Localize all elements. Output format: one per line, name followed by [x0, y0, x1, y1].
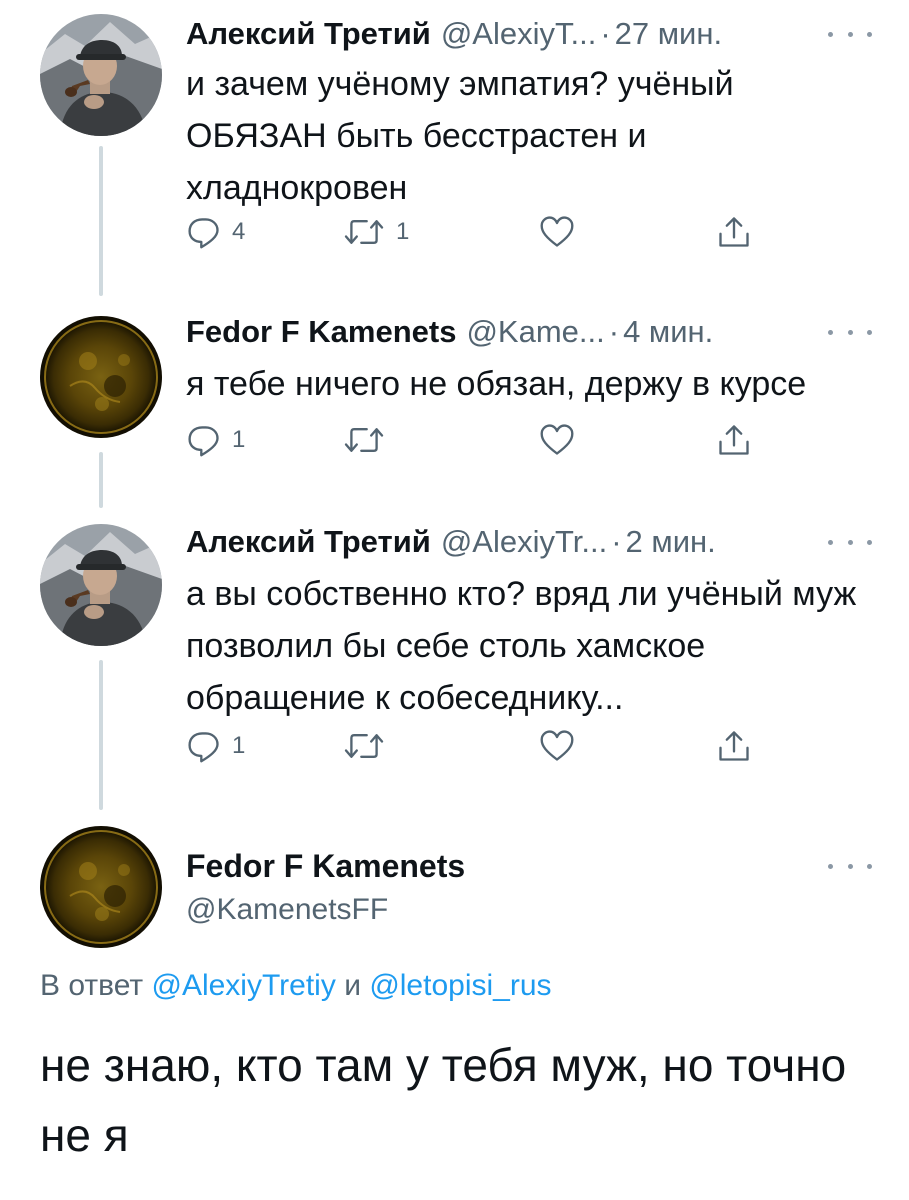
- dot: [847, 329, 853, 335]
- speech-bubble-icon: [186, 728, 222, 764]
- more-options-button[interactable]: [828, 24, 872, 44]
- avatar[interactable]: [40, 826, 162, 948]
- user-photo-icon: [40, 826, 162, 948]
- share-upload-icon: [716, 421, 752, 459]
- dot: [847, 31, 853, 37]
- dot: [828, 329, 833, 335]
- reply-button[interactable]: 4: [186, 210, 245, 254]
- heart-icon: [538, 214, 576, 250]
- replying-to: В ответ @AlexiyTretiy и @letopisi_rus: [40, 966, 552, 1006]
- dot: [847, 863, 853, 869]
- heart-icon: [538, 728, 576, 764]
- author-name[interactable]: Fedor F Kamenets: [186, 846, 465, 886]
- separator: ·: [600, 16, 611, 51]
- share-button[interactable]: [716, 724, 752, 768]
- retweet-button[interactable]: [342, 418, 386, 462]
- retweet-button[interactable]: 1: [342, 210, 409, 254]
- tweet-text: и зачем учёному эмпатия? учёный ОБЯЗАН б…: [186, 65, 734, 207]
- retweet-arrows-icon: [342, 214, 386, 250]
- tweet-header: Fedor F Kamenets @Kame... · 4 мин.: [186, 312, 713, 352]
- author-name[interactable]: Fedor F Kamenets: [186, 314, 456, 349]
- reply-button[interactable]: 1: [186, 724, 245, 768]
- timestamp[interactable]: 4 мин.: [623, 314, 713, 349]
- tweet-text: я тебе ничего не обязан, держу в курсе: [186, 365, 807, 403]
- speech-bubble-icon: [186, 422, 222, 458]
- share-button[interactable]: [716, 210, 752, 254]
- retweet-count: 1: [396, 218, 410, 245]
- like-button[interactable]: [538, 724, 576, 768]
- author-name[interactable]: Алексий Третий: [186, 524, 431, 559]
- dot: [867, 863, 872, 869]
- dot: [828, 863, 833, 869]
- retweet-button[interactable]: [342, 724, 386, 768]
- reply-count: 1: [232, 426, 246, 453]
- author-handle[interactable]: @AlexiyTr...: [441, 524, 607, 559]
- user-photo-icon: [40, 524, 162, 646]
- heart-icon: [538, 422, 576, 458]
- author-handle[interactable]: @Kame...: [466, 314, 604, 349]
- dot: [828, 539, 833, 545]
- like-button[interactable]: [538, 418, 576, 462]
- avatar[interactable]: [40, 14, 162, 136]
- tweet-header: Алексий Третий @AlexiyTr... · 2 мин.: [186, 522, 716, 562]
- reply-user-link[interactable]: @AlexiyTretiy: [151, 969, 335, 1002]
- tweet-header: Алексий Третий @AlexiyT... · 27 мин.: [186, 14, 722, 54]
- user-photo-icon: [40, 14, 162, 136]
- thread-connector-line: [99, 452, 103, 508]
- thread-connector-line: [99, 146, 103, 296]
- tweet-actions: 1: [186, 418, 766, 462]
- reply-count: 1: [232, 732, 246, 759]
- more-options-button[interactable]: [828, 856, 872, 876]
- share-button[interactable]: [716, 418, 752, 462]
- timestamp[interactable]: 2 мин.: [626, 524, 716, 559]
- dot: [867, 539, 872, 545]
- reply-prefix: В ответ: [40, 969, 144, 1002]
- user-photo-icon: [40, 316, 162, 438]
- retweet-arrows-icon: [342, 728, 386, 764]
- tweet-text: а вы собственно кто? вряд ли учёный муж …: [186, 575, 857, 717]
- tweet-actions: 4 1: [186, 210, 766, 254]
- share-upload-icon: [716, 727, 752, 765]
- separator: ·: [611, 524, 622, 559]
- share-upload-icon: [716, 213, 752, 251]
- avatar[interactable]: [40, 524, 162, 646]
- like-button[interactable]: [538, 210, 576, 254]
- more-options-button[interactable]: [828, 532, 872, 552]
- thread-connector-line: [99, 660, 103, 810]
- dot: [847, 539, 853, 545]
- reply-button[interactable]: 1: [186, 418, 245, 462]
- reply-and: и: [344, 969, 361, 1002]
- reply-count: 4: [232, 218, 246, 245]
- more-options-button[interactable]: [828, 322, 872, 342]
- dot: [867, 329, 872, 335]
- speech-bubble-icon: [186, 214, 222, 250]
- author-handle[interactable]: @AlexiyT...: [441, 16, 597, 51]
- separator: ·: [608, 314, 620, 349]
- tweet-actions: 1: [186, 724, 766, 768]
- retweet-arrows-icon: [342, 422, 386, 458]
- author-handle[interactable]: @KamenetsFF: [186, 890, 388, 930]
- dot: [867, 31, 872, 37]
- avatar[interactable]: [40, 316, 162, 438]
- tweet-text: не знаю, кто там у тебя муж, но точно не…: [40, 1039, 847, 1161]
- author-name[interactable]: Алексий Третий: [186, 16, 431, 51]
- reply-user-link[interactable]: @letopisi_rus: [369, 969, 551, 1002]
- dot: [828, 31, 833, 37]
- timestamp[interactable]: 27 мин.: [615, 16, 722, 51]
